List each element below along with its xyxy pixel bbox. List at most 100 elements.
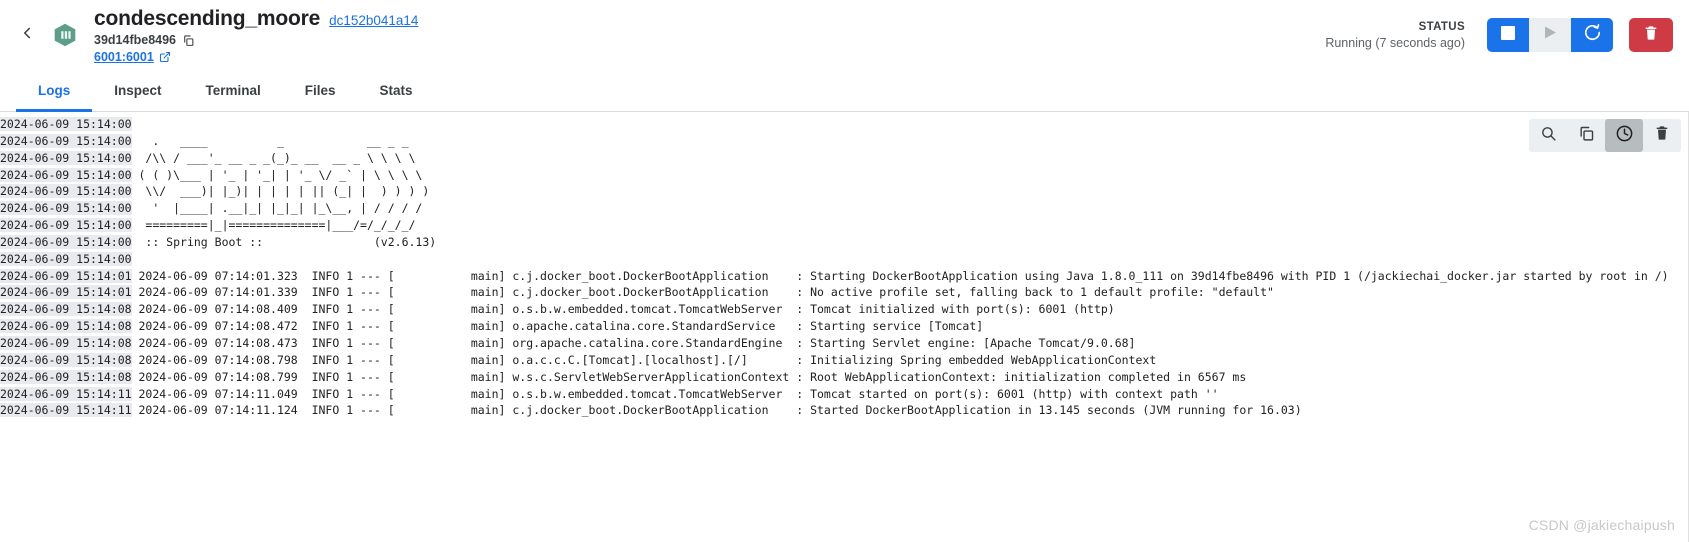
container-id-row: 39d14fbe8496 <box>94 32 418 48</box>
log-timestamp: 2024-06-09 15:14:01 <box>0 285 132 300</box>
log-line: 2024-06-09 15:14:00 <box>0 251 1689 268</box>
log-timestamp: 2024-06-09 15:14:08 <box>0 319 132 334</box>
tab-files[interactable]: Files <box>283 71 358 112</box>
log-message: 2024-06-09 07:14:11.049 INFO 1 --- [ mai… <box>131 386 1219 401</box>
log-timestamp: 2024-06-09 15:14:11 <box>0 386 132 401</box>
tab-logs-label: Logs <box>38 82 71 98</box>
port-mapping-link[interactable]: 6001:6001 <box>94 49 154 65</box>
container-title-block: condescending_moore dc152b041a14 39d14fb… <box>94 5 418 65</box>
log-message: . ____ _ __ _ _ <box>131 133 409 148</box>
log-line: 2024-06-09 15:14:00 /\\ / ___'_ __ _ _(_… <box>0 150 1689 167</box>
status-badge: Running (7 seconds ago) <box>1325 35 1465 50</box>
tab-files-label: Files <box>304 82 336 98</box>
log-line: 2024-06-09 15:14:00 ' |____| .__|_| |_|_… <box>0 200 1689 217</box>
log-timestamp: 2024-06-09 15:14:08 <box>0 335 132 350</box>
delete-button[interactable] <box>1629 18 1673 52</box>
docker-container-icon <box>48 18 82 52</box>
trash-icon <box>1654 125 1670 146</box>
log-message: ' |____| .__|_| |_|_| |_\__, | / / / / <box>131 201 423 216</box>
log-timestamp: 2024-06-09 15:14:11 <box>0 403 132 418</box>
log-message: 2024-06-09 07:14:08.409 INFO 1 --- [ mai… <box>131 302 1115 317</box>
tab-inspect[interactable]: Inspect <box>92 71 183 112</box>
log-message: 2024-06-09 07:14:01.323 INFO 1 --- [ mai… <box>131 268 1669 283</box>
tab-stats-label: Stats <box>379 82 413 98</box>
trash-icon <box>1643 25 1659 46</box>
page-title: condescending_moore <box>94 7 321 30</box>
tab-inspect-label: Inspect <box>114 82 162 98</box>
log-message: \\/ ___)| |_)| | | | | || (_| | ) ) ) ) <box>131 184 430 199</box>
log-timestamp: 2024-06-09 15:14:00 <box>0 117 132 131</box>
log-line: 2024-06-09 15:14:08 2024-06-09 07:14:08.… <box>0 352 1689 369</box>
container-detail-page: condescending_moore dc152b041a14 39d14fb… <box>0 0 1689 542</box>
log-line: 2024-06-09 15:14:11 2024-06-09 07:14:11.… <box>0 386 1689 403</box>
log-timestamp: 2024-06-09 15:14:08 <box>0 352 132 367</box>
log-message: ( ( )\___ | '_ | '_| | '_ \/ _` | \ \ \ … <box>131 167 423 182</box>
log-message: 2024-06-09 07:14:08.798 INFO 1 --- [ mai… <box>131 352 1157 367</box>
status-block: STATUS Running (7 seconds ago) <box>1325 21 1465 50</box>
log-timestamp: 2024-06-09 15:14:00 <box>0 218 132 233</box>
log-line: 2024-06-09 15:14:08 2024-06-09 07:14:08.… <box>0 301 1689 318</box>
log-timestamp: 2024-06-09 15:14:00 <box>0 184 132 199</box>
log-search-button[interactable] <box>1529 119 1567 152</box>
log-clear-button[interactable] <box>1643 119 1681 152</box>
search-icon <box>1540 125 1557 147</box>
log-timestamp: 2024-06-09 15:14:00 <box>0 133 132 148</box>
external-link-icon[interactable] <box>159 51 171 63</box>
restart-circular-arrow-icon <box>1583 23 1602 47</box>
log-timestamps-button[interactable] <box>1605 119 1643 152</box>
log-line: 2024-06-09 15:14:08 2024-06-09 07:14:08.… <box>0 369 1689 386</box>
start-button <box>1529 18 1571 52</box>
tab-bar: Logs Inspect Terminal Files Stats <box>0 70 1689 112</box>
log-line: 2024-06-09 15:14:00 \\/ ___)| |_)| | | |… <box>0 183 1689 200</box>
log-line: 2024-06-09 15:14:08 2024-06-09 07:14:08.… <box>0 318 1689 335</box>
log-message: 2024-06-09 07:14:08.799 INFO 1 --- [ mai… <box>131 369 1247 384</box>
image-tag-link[interactable]: dc152b041a14 <box>329 12 418 30</box>
container-id: 39d14fbe8496 <box>94 33 177 47</box>
restart-button[interactable] <box>1571 18 1613 52</box>
clock-icon <box>1615 124 1634 148</box>
copy-icon <box>1578 125 1595 147</box>
log-message: 2024-06-09 07:14:08.473 INFO 1 --- [ mai… <box>131 335 1136 350</box>
log-timestamp: 2024-06-09 15:14:00 <box>0 150 132 165</box>
log-message <box>132 117 139 131</box>
log-message: :: Spring Boot :: (v2.6.13) <box>131 234 437 249</box>
tab-stats[interactable]: Stats <box>358 71 435 112</box>
log-line: 2024-06-09 15:14:00 ( ( )\___ | '_ | '_|… <box>0 167 1689 184</box>
copy-icon[interactable] <box>182 34 195 47</box>
log-copy-button[interactable] <box>1567 119 1605 152</box>
log-line: 2024-06-09 15:14:01 2024-06-09 07:14:01.… <box>0 284 1689 301</box>
log-panel: 2024-06-09 15:14:00 2024-06-09 15:14:00 … <box>0 112 1689 542</box>
log-line: 2024-06-09 15:14:11 2024-06-09 07:14:11.… <box>0 402 1689 419</box>
log-timestamp: 2024-06-09 15:14:00 <box>0 167 132 182</box>
log-timestamp: 2024-06-09 15:14:00 <box>0 234 132 249</box>
status-label: STATUS <box>1418 20 1465 33</box>
log-timestamp: 2024-06-09 15:14:00 <box>0 201 132 216</box>
log-message: /\\ / ___'_ __ _ _(_)_ __ __ _ \ \ \ \ <box>131 150 416 165</box>
log-line: 2024-06-09 15:14:08 2024-06-09 07:14:08.… <box>0 335 1689 352</box>
log-timestamp: 2024-06-09 15:14:01 <box>0 268 132 283</box>
stop-square-icon <box>1501 25 1515 45</box>
tab-terminal[interactable]: Terminal <box>184 71 283 112</box>
page-header: condescending_moore dc152b041a14 39d14fb… <box>0 0 1689 70</box>
log-timestamp: 2024-06-09 15:14:08 <box>0 369 132 384</box>
log-line: 2024-06-09 15:14:00 :: Spring Boot :: (v… <box>0 234 1689 251</box>
log-message: 2024-06-09 07:14:11.124 INFO 1 --- [ mai… <box>131 403 1302 418</box>
log-toolbar <box>1529 119 1681 152</box>
tab-terminal-label: Terminal <box>205 82 261 98</box>
back-button[interactable] <box>12 20 42 50</box>
chevron-left-icon <box>18 24 36 47</box>
log-message: 2024-06-09 07:14:01.339 INFO 1 --- [ mai… <box>131 285 1274 300</box>
play-triangle-icon <box>1543 25 1558 45</box>
title-row: condescending_moore dc152b041a14 <box>94 7 418 31</box>
log-line: 2024-06-09 15:14:00 . ____ _ __ _ _ <box>0 133 1689 150</box>
port-mapping-row: 6001:6001 <box>94 49 418 65</box>
stop-button[interactable] <box>1487 18 1529 52</box>
log-line: 2024-06-09 15:14:01 2024-06-09 07:14:01.… <box>0 268 1689 285</box>
watermark: CSDN @jakiechaipush <box>1528 517 1675 533</box>
log-output[interactable]: 2024-06-09 15:14:00 2024-06-09 15:14:00 … <box>0 112 1689 419</box>
log-line: 2024-06-09 15:14:00 =========|_|========… <box>0 217 1689 234</box>
log-message: =========|_|==============|___/=/_/_/_/ <box>131 218 416 233</box>
tab-logs[interactable]: Logs <box>16 71 93 112</box>
log-message <box>132 252 139 266</box>
log-line: 2024-06-09 15:14:00 <box>0 116 1689 133</box>
